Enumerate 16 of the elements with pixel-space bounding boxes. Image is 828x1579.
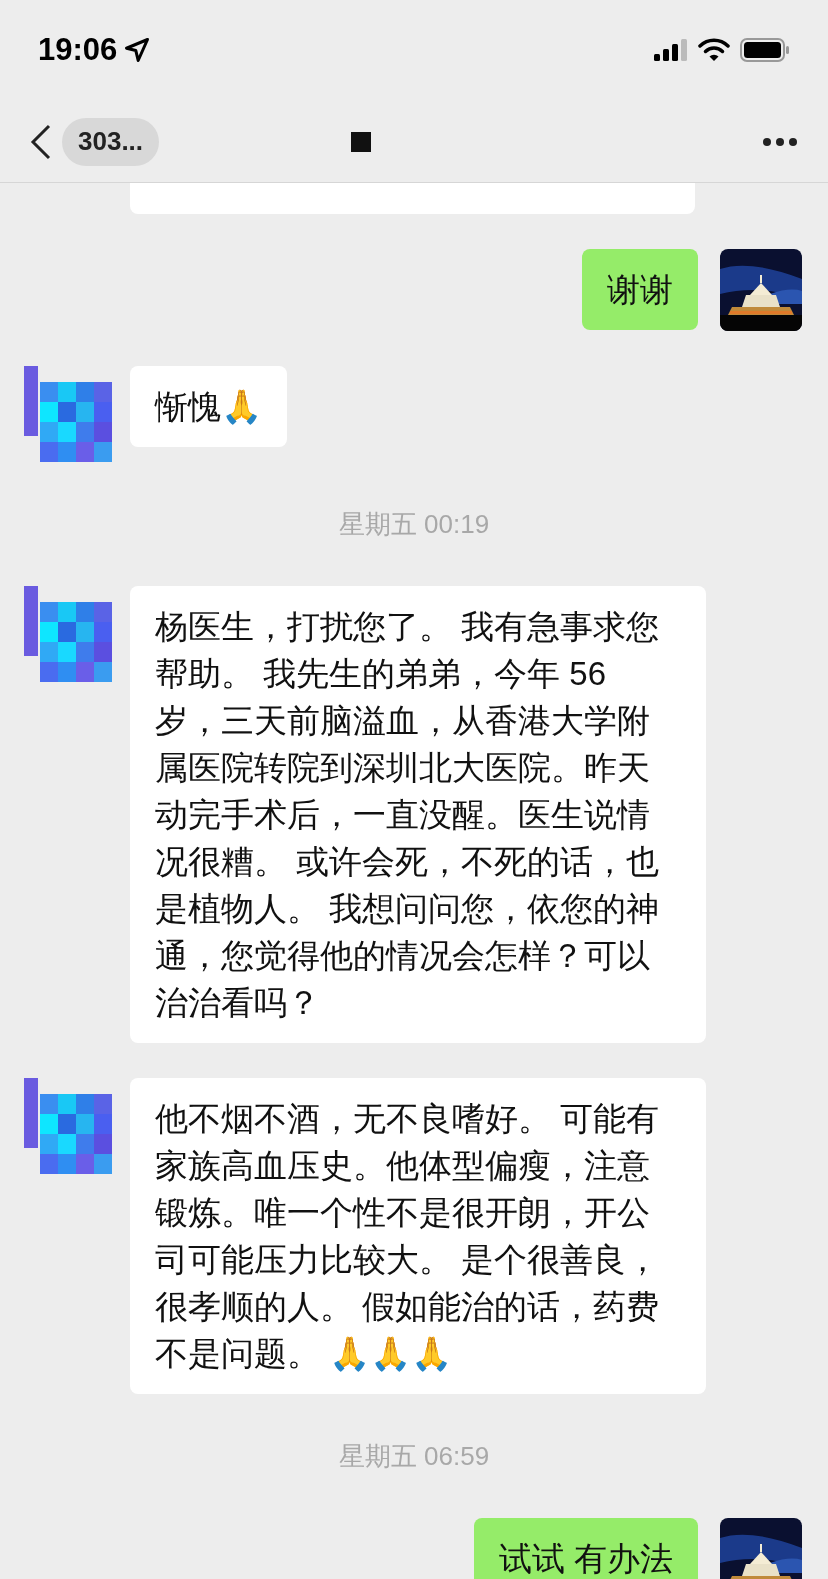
timestamp: 星期五 00:19: [338, 508, 490, 541]
square-icon: [350, 131, 371, 152]
battery-icon: [740, 38, 790, 62]
message-bubble: 杨医生，打扰您了。 我有急事求您帮助。 我先生的弟弟，今年 56 岁，三天前脑溢血，从香港大学附属医院转院到深圳北大医院。昨天动完手术后，一直没醒。医生说情况很糟。 或许会死，不死的话，也是植物人。 我想问问您，依您的神通，您觉得他的情况会怎样？可以治治看吗？: [130, 586, 706, 1043]
message-bubble: 惭愧🙏: [130, 366, 287, 447]
timestamp: 星期五 06:59: [338, 1440, 490, 1473]
more-icon[interactable]: [762, 136, 798, 147]
message-bubble: 他不烟不酒，无不良嗜好。 可能有家族高血压史。他体型偏瘦，注意锻炼。唯一个性不是很开朗，开公司可能压力比较大。 是个很善良，很孝顺的人。 假如能治的话，药费不是问题。 🙏🙏🙏: [130, 1078, 706, 1394]
message-bubble: 谢谢: [582, 249, 698, 330]
wifi-icon: [698, 38, 730, 62]
signal-icon: [654, 39, 688, 61]
status-time: 19:06: [38, 30, 118, 69]
back-icon[interactable]: [30, 123, 52, 160]
location-arrow-icon: [123, 36, 152, 64]
message-bubble: 试试 有办法: [473, 1518, 698, 1579]
chat-title: 303...: [62, 117, 160, 166]
